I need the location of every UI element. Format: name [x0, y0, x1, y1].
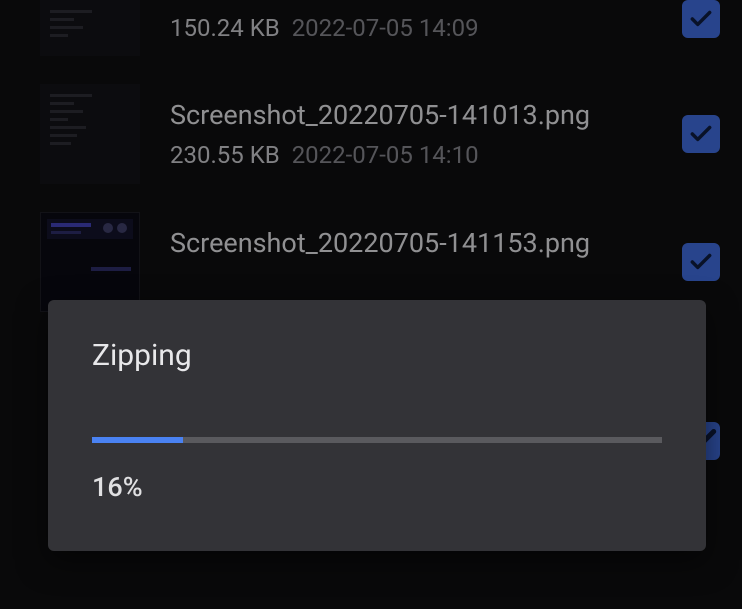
- progress-fill: [92, 437, 183, 443]
- zipping-dialog: Zipping 16%: [48, 300, 706, 551]
- progress-bar: [92, 437, 662, 443]
- progress-percent: 16%: [92, 471, 662, 503]
- dialog-title: Zipping: [92, 338, 662, 373]
